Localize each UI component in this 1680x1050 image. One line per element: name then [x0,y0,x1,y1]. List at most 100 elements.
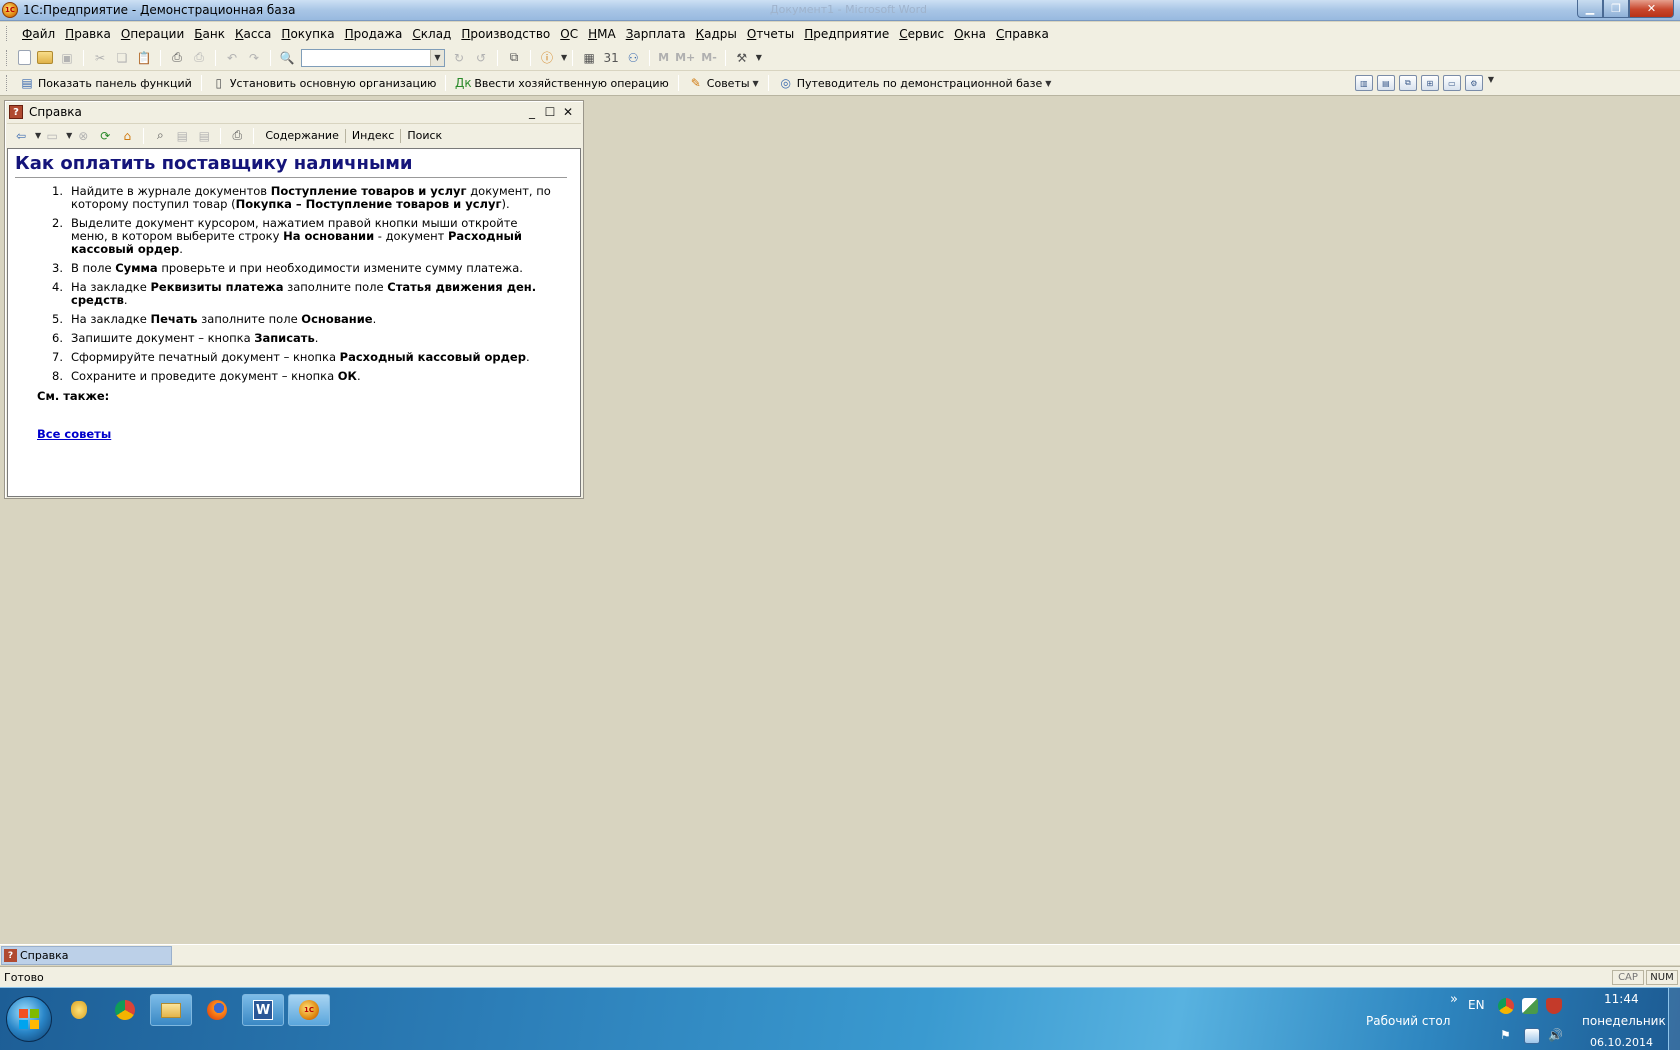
redo-icon[interactable]: ↷ [246,50,262,66]
menu-fixed-assets[interactable]: ОС [555,24,583,44]
set-org-button[interactable]: ▯ Установить основную организацию [207,75,441,91]
new-document-icon[interactable] [18,50,31,65]
menu-reports[interactable]: Отчеты [742,24,799,44]
network-icon[interactable] [1524,1028,1540,1044]
menu-purchase[interactable]: Покупка [276,24,339,44]
all-hints-link[interactable]: Все советы [37,427,573,441]
search-icon[interactable]: 🔍 [279,50,295,66]
forward-dropdown-icon[interactable]: ▼ [66,131,72,140]
refresh-icon[interactable]: ⟳ [97,128,113,144]
chrome-tray-icon[interactable] [1498,998,1514,1014]
menu-bank[interactable]: Банк [189,24,230,44]
language-indicator[interactable]: EN [1468,998,1485,1012]
window-settings-icon[interactable]: ⚙ [1464,75,1483,91]
maximize-button[interactable]: ❐ [1603,0,1629,18]
menu-file[interactable]: Файл [17,24,60,44]
taskbar-app-explorer[interactable] [150,994,192,1026]
combo-dropdown-icon[interactable]: ▼ [430,49,444,66]
help-print-icon[interactable]: ⎙ [229,128,245,144]
info-icon[interactable]: ⓘ [539,50,555,66]
hints-button[interactable]: ✎ Советы ▼ [684,75,763,91]
stop-icon[interactable]: ⊗ [75,128,91,144]
help-index-link[interactable]: Индекс [346,128,402,143]
hints-dropdown-icon[interactable]: ▼ [753,79,759,88]
menu-windows[interactable]: Окна [949,24,991,44]
flag-icon[interactable]: ⚑ [1500,1028,1511,1042]
clock-weekday[interactable]: понедельник [1582,1014,1666,1028]
menu-edit[interactable]: Правка [60,24,116,44]
menu-production[interactable]: Производство [456,24,555,44]
start-button[interactable] [6,996,52,1042]
help-contents-link[interactable]: Содержание [259,128,346,143]
memory-minus-button[interactable]: M- [701,51,717,64]
menu-intangible-assets[interactable]: НМА [583,24,621,44]
help-search-link[interactable]: Поиск [401,129,448,143]
undo-icon[interactable]: ↶ [224,50,240,66]
toolbar-grip[interactable] [6,75,9,91]
show-functions-button[interactable]: ▤ Показать панель функций [15,75,196,91]
menu-cash[interactable]: Касса [230,24,276,44]
find-in-page-icon[interactable]: ⌕ [152,128,168,144]
menu-sale[interactable]: Продажа [340,24,408,44]
copy-icon[interactable]: ❏ [114,50,130,66]
taskbar-app-1c[interactable]: 1С [288,994,330,1026]
search-combo[interactable]: ▼ [301,48,445,67]
taskbar-app-word[interactable]: W [242,994,284,1026]
back-dropdown-icon[interactable]: ▼ [35,131,41,140]
taskbar-app-firefox[interactable] [196,994,238,1026]
search-prev-icon[interactable]: ↺ [473,50,489,66]
windows-icon[interactable]: ⧉ [506,50,522,66]
menu-salary[interactable]: Зарплата [621,24,691,44]
menu-help[interactable]: Справка [991,24,1054,44]
menu-operations[interactable]: Операции [116,24,189,44]
guide-dropdown-icon[interactable]: ▼ [1045,79,1051,88]
antivirus-shield-icon[interactable] [1546,998,1562,1014]
cascade-icon[interactable]: ⧉ [1398,75,1417,91]
taskbar-app-pin[interactable] [58,994,100,1026]
volume-icon[interactable]: 🔊 [1548,1028,1563,1042]
info-dropdown-icon[interactable]: ▼ [561,53,567,62]
memory-m-button[interactable]: M [658,51,669,64]
tray-expand-button[interactable]: » [1450,992,1458,1007]
back-arrow-icon[interactable]: ⇦ [13,128,29,144]
enter-operation-button[interactable]: Дк Ввести хозяйственную операцию [451,75,672,91]
memory-plus-button[interactable]: M+ [675,51,695,64]
help-minimize-button[interactable]: _ [523,104,541,120]
calculator-icon[interactable]: ▦ [581,50,597,66]
menu-grip[interactable] [6,26,9,41]
help-window-title-bar[interactable]: ? Справка _ ☐ ✕ [5,101,583,123]
clock-date[interactable]: 06.10.2014 [1590,1036,1653,1049]
forward-arrow-icon[interactable]: ▭ [44,128,60,144]
menu-service[interactable]: Сервис [894,24,949,44]
close-button[interactable]: ✕ [1629,0,1674,18]
taskbar-app-chrome[interactable] [104,994,146,1026]
minimize-all-icon[interactable]: ▭ [1442,75,1461,91]
tile-horizontal-icon[interactable]: ▥ [1354,75,1373,91]
paste-icon[interactable]: 📋 [136,50,152,66]
tools-icon[interactable]: ⚒ [734,50,750,66]
menu-warehouse[interactable]: Склад [407,24,456,44]
search-next-icon[interactable]: ↻ [451,50,467,66]
help-close-button[interactable]: ✕ [559,104,577,120]
menu-enterprise[interactable]: Предприятие [799,24,894,44]
tile-vertical-icon[interactable]: ▤ [1376,75,1395,91]
guide-button[interactable]: ◎ Путеводитель по демонстрационной базе … [774,75,1056,91]
save-icon[interactable]: ▣ [59,50,75,66]
arrange-dropdown-icon[interactable]: ▼ [1488,75,1494,91]
open-folder-icon[interactable] [37,51,53,64]
home-icon[interactable]: ⌂ [119,128,135,144]
mdi-tab-help[interactable]: ? Справка [1,946,172,965]
tray-app-icon[interactable] [1522,998,1538,1014]
users-icon[interactable]: ⚇ [625,50,641,66]
minimize-button[interactable]: ▁ [1577,0,1603,18]
window-title-bar[interactable]: 1С 1С:Предприятие - Демонстрационная баз… [0,0,1680,21]
tools-dropdown-icon[interactable]: ▼ [756,53,762,62]
print-icon[interactable]: ⎙ [169,50,185,66]
clock-time[interactable]: 11:44 [1604,992,1639,1006]
show-desktop-button[interactable] [1668,988,1680,1050]
arrange-icons-icon[interactable]: ⊞ [1420,75,1439,91]
calendar-icon[interactable]: 31 [603,50,619,66]
menu-hr[interactable]: Кадры [691,24,742,44]
print-preview-icon[interactable]: ⎙ [191,50,207,66]
toolbar-grip[interactable] [6,49,9,66]
